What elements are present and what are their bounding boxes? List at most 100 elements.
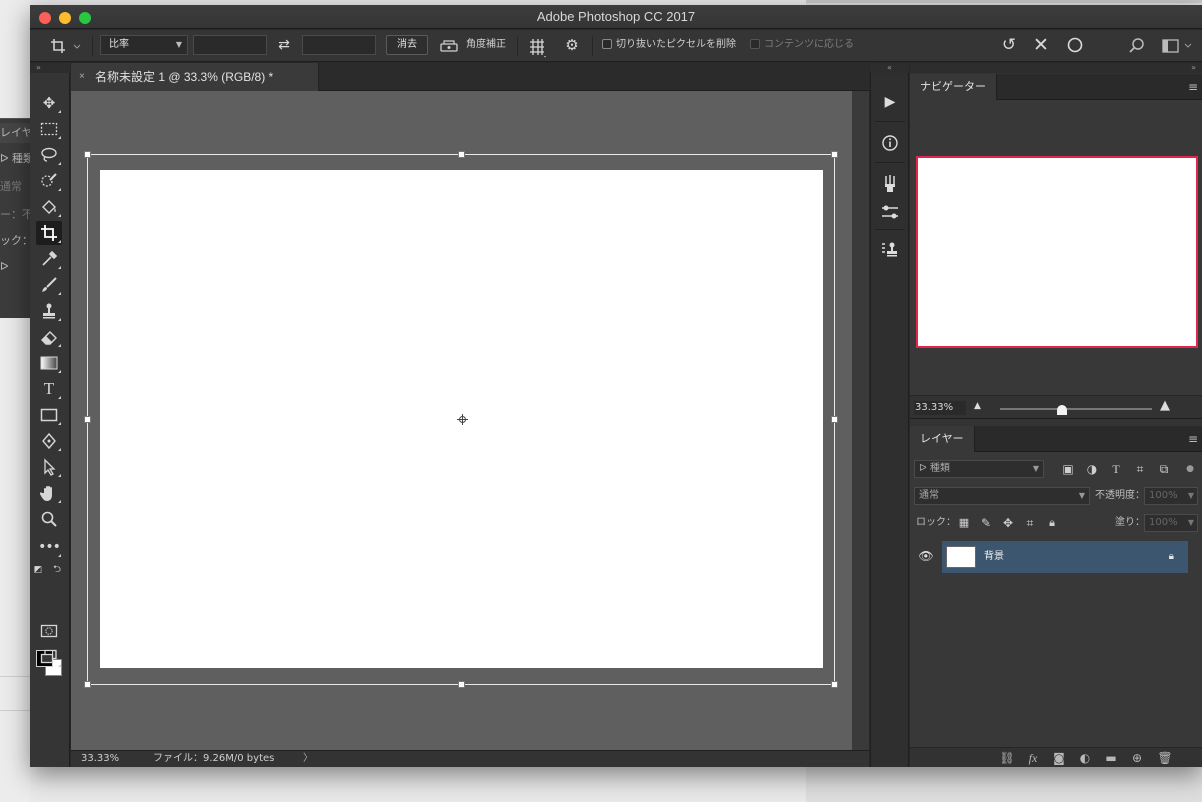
navigator-zoom-value[interactable]: 33.33% [914,401,966,415]
new-layer-icon[interactable]: ⊕ [1128,750,1146,766]
document-tab[interactable]: × 名称未設定 1 @ 33.3% (RGB/8) * [71,63,319,91]
new-group-icon[interactable]: ▬ [1102,750,1120,766]
cancel-crop-icon[interactable]: ✕ [1030,34,1052,56]
status-menu-arrow-icon[interactable]: 〉 [303,751,313,767]
paint-bucket-icon[interactable] [36,195,62,219]
crop-icon[interactable] [36,221,62,245]
quick-mask-icon[interactable] [36,619,62,643]
overlay-options-button[interactable] [526,36,550,58]
play-icon[interactable]: ▶ [877,89,903,115]
swap-dimensions-icon[interactable]: ⇄ [274,36,294,56]
zoom-icon[interactable] [36,507,62,531]
filter-type-layers-icon[interactable]: T [1108,460,1124,478]
crop-handle-bottom-left[interactable] [84,681,91,688]
clear-button[interactable]: 消去 [386,35,428,55]
panels-collapse-toggle[interactable]: » [910,63,1202,73]
layer-filter-dropdown[interactable]: ᐅ 種類 ▼ [914,460,1044,478]
default-colors-icon[interactable]: ◩ [31,563,45,577]
crop-handle-right[interactable] [831,416,838,423]
crop-handle-top-right[interactable] [831,151,838,158]
layer-name[interactable]: 背景 [984,549,1004,565]
layers-tab[interactable]: レイヤー [910,426,975,452]
crop-handle-bottom[interactable] [458,681,465,688]
canvas-pasteboard[interactable] [71,91,852,750]
zoom-out-icon[interactable]: ▲ [974,401,981,411]
layer-row[interactable]: 👁︎ 背景 🔒︎ [910,541,1202,573]
stamp-icon[interactable] [36,299,62,323]
eyedropper-icon[interactable] [36,247,62,271]
content-aware-checkbox[interactable]: コンテンツに応じる [750,35,854,55]
eraser-icon[interactable] [36,325,62,349]
flyout-indicator [58,422,61,425]
crop-handle-top-left[interactable] [84,151,91,158]
fx-icon[interactable]: fx [1024,750,1042,766]
swap-colors-icon[interactable]: ⮌ [50,563,64,577]
crop-width-input[interactable] [193,35,267,55]
zoom-slider-track[interactable] [1000,408,1152,410]
filter-pixel-layers-icon[interactable]: ▣ [1060,460,1076,478]
move-icon[interactable]: ✥ [36,91,62,115]
layer-row-selected[interactable]: 背景 🔒︎ [942,541,1188,573]
navigator-preview[interactable] [916,156,1198,348]
reset-crop-icon[interactable]: ↺ [998,35,1020,57]
zoom-level[interactable]: 33.33% [81,751,119,767]
brush-icon[interactable] [36,273,62,297]
info-icon[interactable] [877,130,903,156]
clone-source-icon[interactable] [877,237,903,263]
hand-icon[interactable] [36,481,62,505]
rectangle-icon[interactable] [36,403,62,427]
crop-handle-bottom-right[interactable] [831,681,838,688]
filter-shape-layers-icon[interactable]: ⌗ [1132,460,1148,478]
brush-settings-icon[interactable] [877,171,903,197]
filter-toggle-icon[interactable]: ● [1182,460,1198,478]
crop-handle-top[interactable] [458,151,465,158]
lock-artboard-icon[interactable]: ⌗ [1022,514,1038,532]
link-layers-icon[interactable]: ⛓ [998,750,1016,766]
screen-mode-icon[interactable] [36,645,62,669]
ratio-dropdown[interactable]: 比率 ▼ [100,35,188,55]
eye-icon[interactable]: 👁︎ [918,548,934,564]
vertical-scrollbar[interactable] [852,91,869,750]
navigator-tab[interactable]: ナビゲーター [910,74,997,100]
filter-smart-objects-icon[interactable]: ⧉ [1156,460,1172,478]
pen-icon[interactable] [36,429,62,453]
search-icon[interactable] [1126,35,1148,57]
type-icon[interactable]: T [36,377,62,401]
zoom-in-icon[interactable]: ▲ [1160,398,1170,413]
dock-collapse-toggle[interactable]: « [870,63,909,73]
delete-cropped-checkbox[interactable]: 切り抜いたピクセルを削除 [602,35,736,55]
crop-pivot-icon[interactable] [457,414,468,425]
lock-icon[interactable]: 🔒︎ [1169,549,1174,565]
gear-icon[interactable]: ⚙ [560,36,584,58]
fill-input[interactable]: 100% ▼ [1144,514,1198,532]
new-adjustment-icon[interactable]: ◐ [1076,750,1094,766]
crop-height-input[interactable] [302,35,376,55]
opacity-input[interactable]: 100% ▼ [1144,487,1198,505]
crop-preset-picker[interactable] [48,36,84,56]
zoom-slider-handle[interactable] [1057,405,1067,415]
toolbox-collapse-toggle[interactable]: » [30,63,70,73]
path-select-icon[interactable] [36,455,62,479]
commit-crop-icon[interactable] [1064,34,1086,56]
lasso-icon[interactable] [36,143,62,167]
workspace-switcher[interactable] [1160,35,1196,57]
panel-menu-icon[interactable]: ≡ [1188,74,1198,100]
crop-handle-left[interactable] [84,416,91,423]
lock-position-icon[interactable]: ✥ [1000,514,1016,532]
trash-icon[interactable]: 🗑︎ [1156,750,1174,766]
panel-menu-icon[interactable]: ≡ [1188,426,1198,452]
close-tab-icon[interactable]: × [79,63,85,91]
lock-all-icon[interactable]: 🔒︎ [1044,514,1060,532]
more-tools-icon[interactable]: ••• [36,535,62,559]
adjustments-icon[interactable] [877,199,903,225]
quick-select-icon[interactable] [36,169,62,193]
gradient-icon[interactable] [36,351,62,375]
blend-mode-dropdown[interactable]: 通常 ▼ [914,487,1090,505]
marquee-icon[interactable] [36,117,62,141]
lock-transparent-icon[interactable]: ▦ [956,514,972,532]
straighten-button[interactable] [438,37,460,55]
lock-image-icon[interactable]: ✎ [978,514,994,532]
filter-adjustment-layers-icon[interactable]: ◑ [1084,460,1100,478]
add-mask-icon[interactable]: ◙ [1050,750,1068,766]
chevron-down-icon: ▼ [1032,464,1039,473]
